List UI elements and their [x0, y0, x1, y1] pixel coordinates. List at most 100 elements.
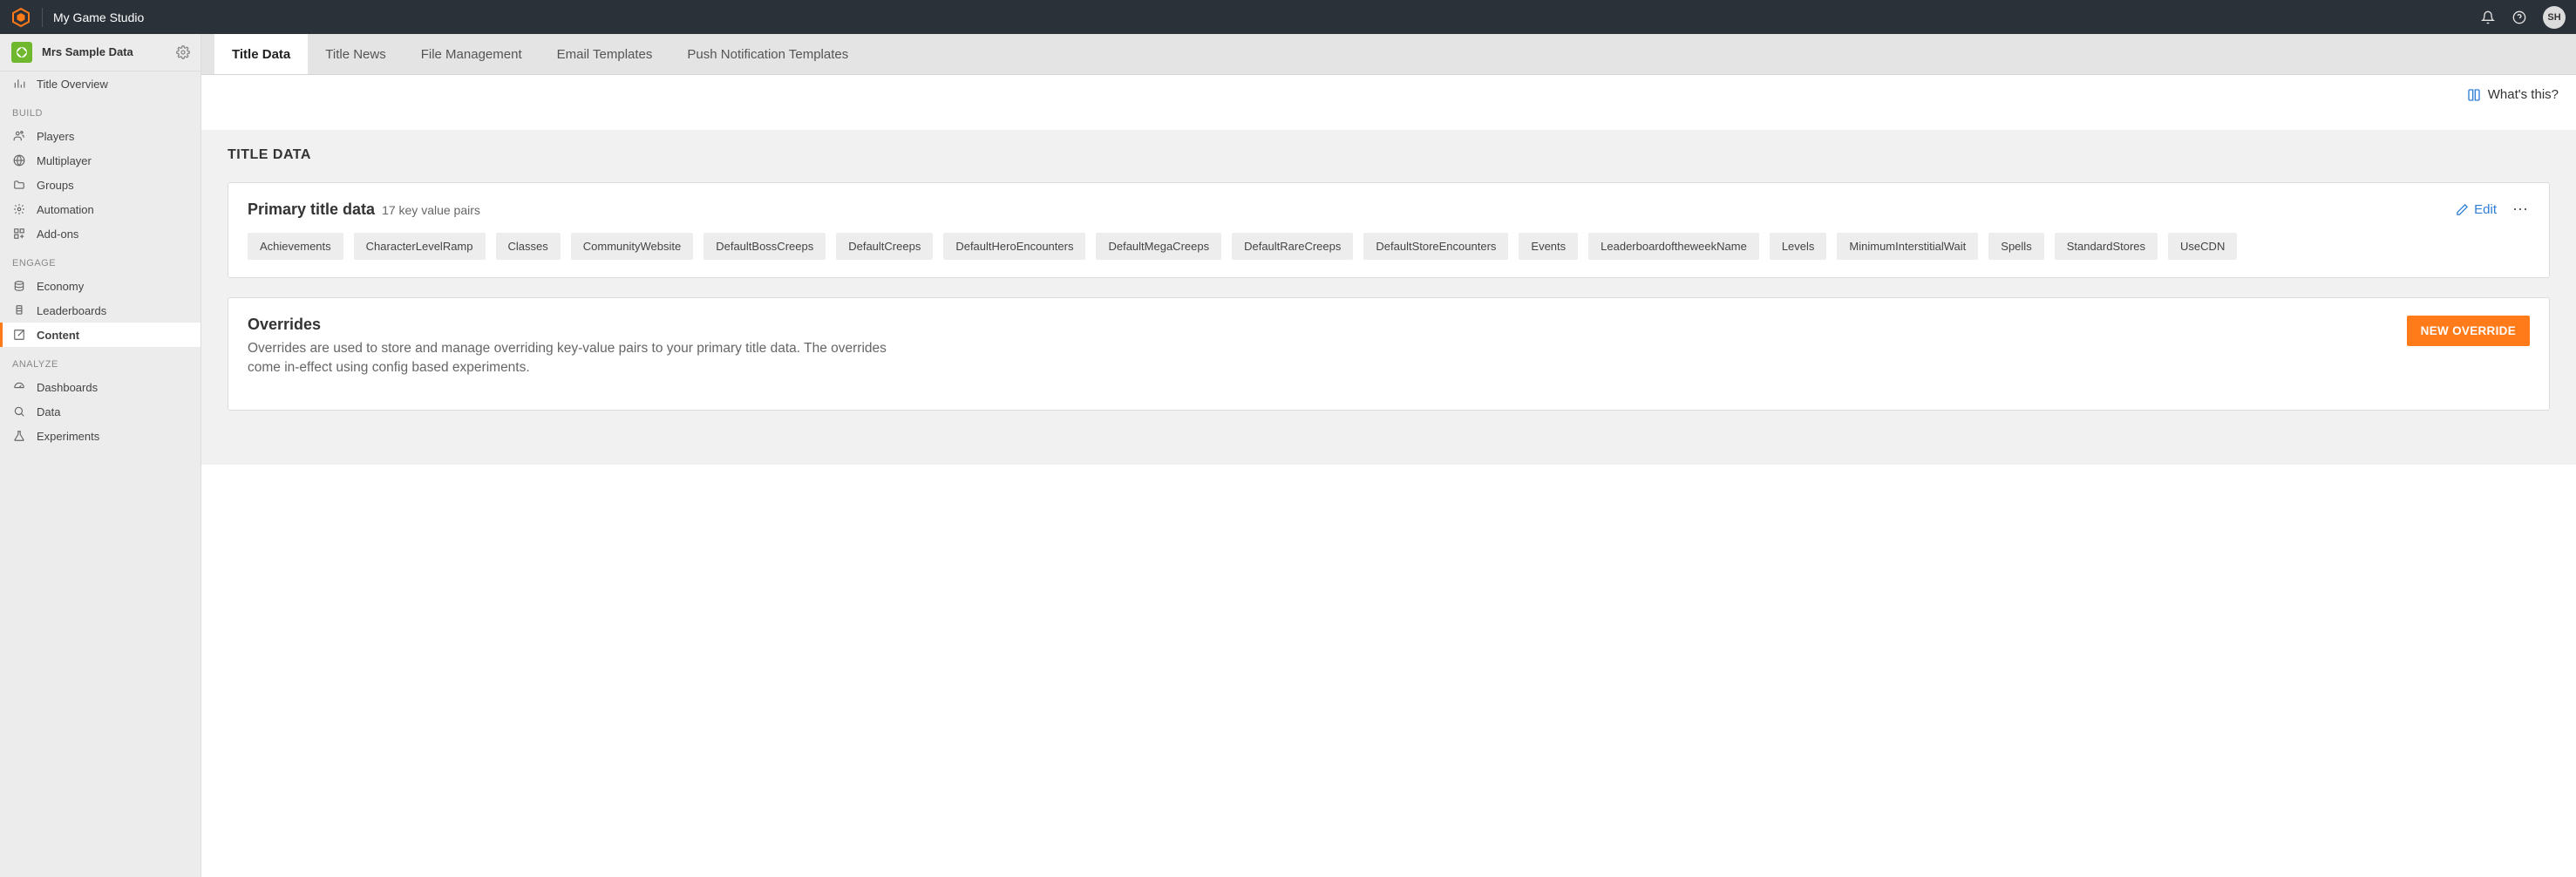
whats-this-link[interactable]: What's this? [2467, 87, 2559, 102]
key-chip[interactable]: UseCDN [2168, 233, 2237, 260]
players-icon [12, 129, 26, 143]
key-chip[interactable]: Achievements [248, 233, 343, 260]
edit-label: Edit [2474, 202, 2497, 217]
sidebar-header: Mrs Sample Data [0, 34, 201, 71]
edit-button[interactable]: Edit [2456, 202, 2497, 217]
help-icon[interactable] [2511, 10, 2527, 25]
card-title-row: Primary title data 17 key value pairs [248, 201, 480, 219]
sidebar-item-leaderboards[interactable]: Leaderboards [0, 298, 201, 323]
key-chip[interactable]: DefaultMegaCreeps [1096, 233, 1221, 260]
sidebar-item-addons[interactable]: Add-ons [0, 221, 201, 246]
key-chip[interactable]: DefaultBossCreeps [703, 233, 826, 260]
content-icon [12, 328, 26, 342]
sidebar-item-label: Leaderboards [37, 304, 106, 317]
pencil-icon [2456, 203, 2469, 216]
economy-icon [12, 279, 26, 293]
sidebar-item-label: Add-ons [37, 228, 78, 241]
sidebar-item-multiplayer[interactable]: Multiplayer [0, 148, 201, 173]
sidebar-section-engage: ENGAGE [0, 246, 201, 274]
gear-icon[interactable] [176, 45, 190, 59]
key-chip[interactable]: Spells [1988, 233, 2043, 260]
bar-chart-icon [12, 77, 26, 91]
tabs-bar: Title Data Title News File Management Em… [201, 34, 2576, 75]
globe-icon [12, 153, 26, 167]
sidebar-section-build: BUILD [0, 96, 201, 124]
content-area: Title Data Title News File Management Em… [201, 34, 2576, 877]
overrides-title: Overrides [248, 316, 893, 334]
sidebar-item-data[interactable]: Data [0, 399, 201, 424]
card-actions: Edit ⋯ [2456, 201, 2530, 219]
key-chip[interactable]: MinimumInterstitialWait [1837, 233, 1978, 260]
key-chip[interactable]: Levels [1770, 233, 1827, 260]
data-icon [12, 405, 26, 418]
sidebar-title: Mrs Sample Data [42, 46, 167, 59]
key-chip[interactable]: LeaderboardoftheweekName [1588, 233, 1759, 260]
topbar: My Game Studio SH [0, 0, 2576, 34]
addons-icon [12, 227, 26, 241]
primary-title-data-card: Primary title data 17 key value pairs Ed… [228, 182, 2550, 278]
new-override-button[interactable]: NEW OVERRIDE [2407, 316, 2530, 346]
sidebar-item-groups[interactable]: Groups [0, 173, 201, 197]
sidebar-item-label: Economy [37, 280, 84, 293]
tab-title-news[interactable]: Title News [308, 34, 403, 74]
logo-icon[interactable] [10, 7, 31, 28]
key-chip[interactable]: CharacterLevelRamp [354, 233, 486, 260]
sidebar-item-label: Players [37, 130, 74, 143]
tab-file-management[interactable]: File Management [404, 34, 540, 74]
topbar-divider [42, 8, 43, 27]
overrides-card: Overrides Overrides are used to store an… [228, 297, 2550, 411]
dashboard-icon [12, 380, 26, 394]
book-icon [2467, 88, 2481, 102]
overrides-header: Overrides Overrides are used to store an… [248, 316, 2530, 378]
sidebar-item-label: Dashboards [37, 381, 98, 394]
studio-name[interactable]: My Game Studio [53, 10, 144, 24]
topbar-left: My Game Studio [10, 7, 144, 28]
card-title: Primary title data [248, 201, 375, 219]
tab-email-templates[interactable]: Email Templates [540, 34, 670, 74]
automation-icon [12, 202, 26, 216]
ellipsis-icon: ⋯ [2512, 201, 2530, 219]
key-chip[interactable]: DefaultRareCreeps [1232, 233, 1353, 260]
bell-icon[interactable] [2480, 10, 2496, 25]
sidebar-item-experiments[interactable]: Experiments [0, 424, 201, 448]
page-heading: TITLE DATA [228, 147, 2550, 163]
whats-this-row: What's this? [201, 75, 2576, 130]
sidebar-item-content[interactable]: Content [0, 323, 201, 347]
key-chip[interactable]: StandardStores [2055, 233, 2158, 260]
sidebar-item-players[interactable]: Players [0, 124, 201, 148]
card-count: 17 key value pairs [382, 203, 480, 217]
key-chip[interactable]: DefaultCreeps [836, 233, 933, 260]
page-body: TITLE DATA Primary title data 17 key val… [201, 130, 2576, 465]
key-chips: Achievements CharacterLevelRamp Classes Com… [248, 233, 2530, 260]
sidebar-item-dashboards[interactable]: Dashboards [0, 375, 201, 399]
topbar-right: SH [2480, 6, 2566, 29]
avatar[interactable]: SH [2543, 6, 2566, 29]
whats-this-label: What's this? [2488, 87, 2559, 102]
overrides-text: Overrides Overrides are used to store an… [248, 316, 893, 378]
flask-icon [12, 429, 26, 443]
key-chip[interactable]: Classes [496, 233, 561, 260]
main-scroll[interactable]: What's this? TITLE DATA Primary title da… [201, 75, 2576, 877]
sidebar-item-label: Data [37, 405, 60, 418]
tab-title-data[interactable]: Title Data [214, 34, 308, 74]
key-chip[interactable]: CommunityWebsite [571, 233, 693, 260]
sidebar-item-automation[interactable]: Automation [0, 197, 201, 221]
sidebar-item-label: Groups [37, 179, 74, 192]
sidebar-item-title-overview[interactable]: Title Overview [0, 71, 201, 96]
sidebar-item-label: Multiplayer [37, 154, 92, 167]
sidebar-item-economy[interactable]: Economy [0, 274, 201, 298]
folder-icon [12, 178, 26, 192]
tab-push-notification-templates[interactable]: Push Notification Templates [669, 34, 866, 74]
sidebar-item-label: Automation [37, 203, 94, 216]
sidebar-section-analyze: ANALYZE [0, 347, 201, 375]
title-tile-icon [10, 41, 33, 64]
key-chip[interactable]: DefaultHeroEncounters [943, 233, 1085, 260]
leaderboards-icon [12, 303, 26, 317]
key-chip[interactable]: Events [1519, 233, 1578, 260]
key-chip[interactable]: DefaultStoreEncounters [1363, 233, 1508, 260]
sidebar-item-label: Experiments [37, 430, 99, 443]
overrides-description: Overrides are used to store and manage o… [248, 339, 893, 378]
card-header: Primary title data 17 key value pairs Ed… [248, 201, 2530, 219]
sidebar-item-label: Content [37, 329, 79, 342]
more-menu-button[interactable]: ⋯ [2512, 201, 2530, 219]
